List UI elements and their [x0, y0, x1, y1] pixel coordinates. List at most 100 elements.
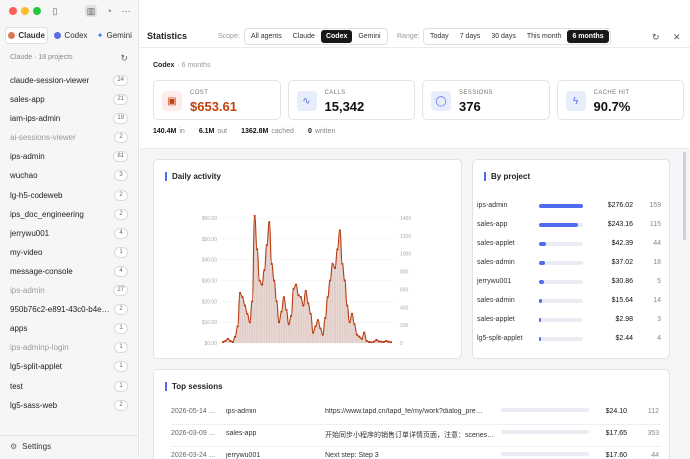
- cost-point: [285, 308, 288, 311]
- range-option[interactable]: Today: [425, 30, 454, 43]
- secondary-axis-tick-label: 0: [400, 341, 403, 347]
- sidebar-project-item[interactable]: sales-app 21: [0, 92, 139, 111]
- sidebar-project-item[interactable]: ips-admin 81: [0, 149, 139, 168]
- agent-tab-claude[interactable]: Claude: [5, 27, 49, 44]
- agent-tab-gemini[interactable]: ✦ Gemini: [94, 27, 135, 44]
- projects-heading: Claude · 18 projects ↻: [10, 53, 130, 64]
- by-project-row[interactable]: lg5-split-applet $2.44 4: [477, 331, 663, 349]
- cost-point: [277, 321, 281, 324]
- close-window-button[interactable]: [9, 7, 17, 15]
- cost-point: [231, 340, 234, 344]
- by-project-row[interactable]: sales-applet $2.98 3: [477, 312, 663, 330]
- window-titlebar: ▯ ▥ ◔ ⋯: [0, 0, 139, 22]
- cost-share-bar: [539, 204, 583, 208]
- cost-point: [251, 300, 254, 303]
- by-project-row[interactable]: sales-admin $15.64 14: [477, 293, 663, 311]
- project-cost: $42.39: [611, 240, 633, 247]
- top-session-row[interactable]: 2026-03-09 … sales-app 开始同步小程序的销售订单详情页面，注意…: [171, 425, 661, 447]
- agent-tab-codex[interactable]: Codex: [50, 27, 91, 44]
- sidebar-project-item[interactable]: my-video 1: [0, 245, 139, 264]
- sidebar-project-item[interactable]: message-console 4: [0, 264, 139, 283]
- cost-point: [365, 339, 368, 343]
- cost-point: [282, 296, 285, 299]
- sidebar-project-item[interactable]: ips_doc_engineering 2: [0, 207, 139, 226]
- sidebar-project-item[interactable]: lg5-split-applet 1: [0, 359, 139, 378]
- scrollbar[interactable]: [683, 152, 686, 240]
- sidebar-project-item[interactable]: ips-adminp-login 1: [0, 340, 139, 359]
- session-message: https://www.tapd.cn/tapd_fe/my/work?dial…: [325, 408, 483, 415]
- refresh-icon[interactable]: ↻: [120, 53, 128, 64]
- token-value: 1362.8M: [241, 128, 269, 135]
- cost-point: [358, 335, 361, 338]
- close-icon[interactable]: ✕: [673, 32, 681, 43]
- cost-point: [229, 339, 232, 343]
- cost-point: [380, 340, 383, 343]
- sidebar-project-item[interactable]: ips-admin 27: [0, 283, 139, 302]
- scope-option[interactable]: Claude: [288, 30, 320, 43]
- project-count: 159: [649, 202, 661, 209]
- scope-option[interactable]: Codex: [320, 30, 353, 43]
- by-project-row[interactable]: ips-admin $276.02 159: [477, 198, 663, 216]
- y-axis-tick-label: $30.00: [202, 279, 218, 285]
- secondary-axis-tick-label: 600: [400, 287, 409, 293]
- cost-share-fill: [539, 318, 541, 322]
- token-value: 6.1M: [198, 128, 215, 135]
- cost-point: [346, 304, 349, 307]
- sidebar-project-item[interactable]: 950b76c2-e891-43c0-b4e8… 2: [0, 302, 139, 321]
- secondary-axis-tick-label: 400: [400, 305, 409, 311]
- refresh-icon[interactable]: ↻: [652, 32, 660, 43]
- project-session-count: 1: [114, 246, 128, 258]
- cost-share-bar: [539, 223, 583, 227]
- timer-icon[interactable]: ◔: [103, 5, 115, 17]
- cost-point: [367, 340, 371, 344]
- scope-summary: Codex · 6 months: [153, 62, 210, 69]
- session-cost-bar: [501, 408, 589, 412]
- sidebar-project-item[interactable]: ai-sessions-viewer 2: [0, 130, 139, 149]
- cost-point: [307, 302, 310, 305]
- cost-point: [311, 331, 315, 334]
- statistics-icon[interactable]: ▥: [85, 5, 97, 17]
- range-option[interactable]: 6 months: [567, 30, 609, 43]
- by-project-row[interactable]: sales-app $243.16 115: [477, 217, 663, 235]
- sidebar-project-item[interactable]: jerrywu001 4: [0, 226, 139, 245]
- cost-share-bar: [539, 337, 583, 341]
- sidebar-project-item[interactable]: lg5-sass-web 2: [0, 398, 139, 417]
- sidebar-project-item[interactable]: test 1: [0, 379, 139, 398]
- zoom-window-button[interactable]: [33, 7, 41, 15]
- project-name: wuchao: [10, 171, 38, 181]
- more-icon[interactable]: ⋯: [120, 5, 132, 17]
- scope-option[interactable]: Gemini: [353, 30, 385, 43]
- sidebar-project-item[interactable]: iam-ips-admin 19: [0, 111, 139, 130]
- page-title: Statistics: [147, 31, 188, 41]
- sidebar-project-item[interactable]: wuchao 3: [0, 168, 139, 187]
- by-project-row[interactable]: sales-admin $37.02 18: [477, 255, 663, 273]
- project-session-count: 4: [114, 265, 128, 277]
- range-option[interactable]: 30 days: [486, 30, 521, 43]
- project-session-count: 1: [114, 323, 128, 335]
- scope-option[interactable]: All agents: [246, 30, 287, 43]
- sidebar-project-item[interactable]: claude-session-viewer 24: [0, 73, 139, 92]
- sidebar-project-item[interactable]: apps 1: [0, 321, 139, 340]
- project-cost: $37.02: [611, 259, 633, 266]
- cost-point: [353, 323, 356, 326]
- by-project-row[interactable]: jerrywu001 $30.86 5: [477, 274, 663, 292]
- top-session-row[interactable]: 2026-05-14 … ips-admin https://www.tapd.cn…: [171, 403, 661, 425]
- cost-share-fill: [539, 261, 545, 265]
- cost-point: [389, 341, 393, 344]
- cost-point: [236, 325, 239, 328]
- range-option[interactable]: This month: [522, 30, 567, 43]
- range-option[interactable]: 7 days: [455, 30, 486, 43]
- cost-point: [290, 314, 293, 318]
- cost-point: [316, 318, 320, 322]
- cost-point: [273, 279, 276, 282]
- settings-button[interactable]: ⚙ Settings: [0, 435, 139, 459]
- token-stat: 140.4M in: [153, 128, 185, 135]
- top-session-row[interactable]: 2026-03-24 … jerrywu001 Next step: Step 3 $…: [171, 447, 661, 459]
- summary-cards: ▣ COST $653.61 ∿ CALLS 15,342 ◯ SESSIONS 376 ϟ CAC…: [153, 80, 684, 120]
- sidebar-project-item[interactable]: lg-h5-codeweb 2: [0, 188, 139, 207]
- project-name: jerrywu001: [10, 228, 50, 238]
- by-project-row[interactable]: sales-applet $42.39 44: [477, 236, 663, 254]
- sidebar-toggle-icon[interactable]: ▯: [49, 5, 61, 17]
- minimize-window-button[interactable]: [21, 7, 29, 15]
- session-date: 2026-03-24 …: [171, 452, 216, 459]
